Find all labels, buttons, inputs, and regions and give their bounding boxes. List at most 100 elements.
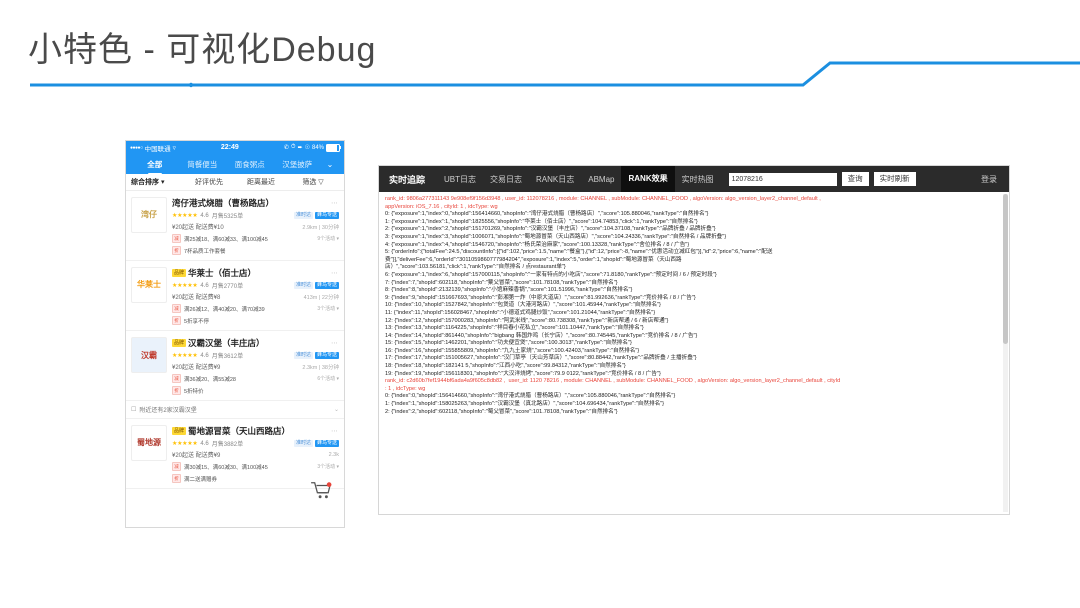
log-line: 13: {"index":13,"shopId":1164225,"shopIn… — [385, 325, 644, 332]
chevron-down-icon[interactable]: ⌄ — [334, 406, 339, 413]
overflow-menu-icon[interactable]: ⋯ — [331, 427, 339, 435]
signal-dots-icon: ●●●●○ — [130, 144, 143, 151]
distance-label: 2.3km — [302, 364, 318, 371]
rating-stars-icon: ★★★★★ — [172, 213, 198, 219]
shop-name: 汉霸汉堡（丰庄店） — [188, 338, 265, 348]
filter-bar[interactable]: 综合排序 ▾ 好评优先 距离最近 筛选 ▽ — [126, 174, 344, 191]
query-button[interactable]: 查询 — [841, 172, 869, 186]
rating-value: 4.6 — [200, 352, 209, 359]
shop-list-item[interactable]: 湾仔 湾仔港式烧腊（曹杨路店） ⋯ ★★★★★ 4.6 月售5325单 准时达 … — [126, 191, 344, 261]
debug-nav-bar: 实时追踪 UBT日志 交易日志 RANK日志 ABMap RANK效果 实时热图… — [379, 166, 1009, 192]
badge-on-time: 准时达 — [293, 439, 313, 448]
promo-count[interactable]: 3个活动 ▾ — [317, 463, 339, 470]
distance-label: 413m — [303, 294, 318, 301]
log-line: 15: {"index":15,"shopId":1462201,"shopIn… — [385, 340, 632, 347]
coupon-icon: 折 — [172, 474, 181, 483]
overflow-menu-icon[interactable]: ⋯ — [331, 269, 339, 277]
phone-screenshot: ●●●●○ 中国联通 ▿ 22:49 ✆ ⏱ ➨ ☉ 84% 全部 简餐便当 面… — [125, 140, 345, 528]
badge-delivery: 蜂鸟专送 — [314, 211, 339, 220]
category-tab-all[interactable]: 全部 — [131, 159, 179, 170]
login-link[interactable]: 登录 — [981, 174, 1003, 185]
search-input[interactable] — [728, 172, 837, 186]
filter-more[interactable]: 筛选 ▽ — [287, 177, 339, 187]
debug-log-output: rank_id: 9806a277311143 9e908ef9f156d394… — [379, 192, 1009, 514]
shop-list-item[interactable]: 蜀地源 品牌 蜀地源冒菜（天山西路店） ⋯ ★★★★★ 4.6 月售3882单 … — [126, 419, 344, 489]
nav-tab-rank-effect[interactable]: RANK效果 — [621, 166, 675, 192]
log-line: 6: {"exposure":1,"index":6,"shopId":1570… — [385, 271, 717, 278]
battery-percent-label: 84% — [311, 144, 324, 151]
log-header-line: rank_id: 9806a277311143 9e908ef9f156d394… — [385, 196, 821, 202]
battery-icon — [326, 143, 341, 152]
filter-distance[interactable]: 距离最近 — [235, 177, 287, 187]
promo-text: 5折特价 — [184, 388, 204, 395]
badge-delivery: 蜂鸟专送 — [314, 281, 339, 290]
log-line: 2: {"index":2,"shopId":602118,"shopInfo"… — [385, 408, 618, 415]
log-line: 12: {"index":12,"shopId":157000283,"shop… — [385, 317, 669, 324]
filter-rating[interactable]: 好评优先 — [183, 177, 235, 187]
shop-logo-text: 湾仔 — [141, 209, 157, 219]
log-line: 3: {"exposure":1,"index":3,"shopId":1006… — [385, 233, 727, 240]
bluetooth-icon: ☉ — [304, 145, 310, 151]
shop-name: 蜀地源冒菜（天山西路店） — [188, 426, 291, 436]
category-tab-burger[interactable]: 汉堡披萨 — [274, 159, 322, 170]
log-header-line: rank_id: c2d60b7fef1944bf6ada4a9f605c8db… — [385, 378, 841, 385]
category-tab-bento[interactable]: 简餐便当 — [179, 159, 227, 170]
log-line: 18: {"index":18,"shopId":182141 5,"shopI… — [385, 363, 626, 370]
shop-list-item[interactable]: 华莱士 品牌 华莱士（佰士店） ⋯ ★★★★★ 4.6 月售2770单 准时达 … — [126, 261, 344, 331]
title-decorative-rule — [30, 61, 1080, 88]
debug-scrollbar[interactable] — [1003, 194, 1008, 512]
badge-delivery: 蜂鸟专送 — [314, 439, 339, 448]
delivery-info: ¥20起送 配送费¥9 — [172, 453, 221, 459]
log-line: 0: {"exposure":1,"index":0,"shopId":1564… — [385, 211, 709, 218]
badge-on-time: 准时达 — [293, 211, 313, 220]
nav-tab-rank-log[interactable]: RANK日志 — [529, 174, 581, 185]
shop-list-item[interactable]: 汉霸 品牌 汉霸汉堡（丰庄店） ⋯ ★★★★★ 4.6 月售3612单 准时达 … — [126, 331, 344, 401]
promo-count[interactable]: 9个活动 ▾ — [317, 235, 339, 242]
eta-label: 38分钟 — [321, 364, 339, 371]
shop-logo: 华莱士 — [131, 267, 167, 303]
filter-sort[interactable]: 综合排序 ▾ — [131, 177, 183, 187]
coupon-icon: 折 — [172, 246, 181, 255]
shop-icon: ☐ — [131, 407, 137, 413]
realtime-refresh-button[interactable]: 实时刷新 — [873, 172, 916, 186]
shop-logo: 蜀地源 — [131, 425, 167, 461]
delivery-info: ¥20起送 配送费¥10 — [172, 225, 224, 231]
nav-tab-ubt-log[interactable]: UBT日志 — [437, 174, 483, 185]
overflow-menu-icon[interactable]: ⋯ — [331, 199, 339, 207]
location-icon: ➨ — [297, 145, 303, 151]
shop-name: 华莱士（佰士店） — [188, 268, 257, 278]
log-line: 10: {"index":10,"shopId":1527842,"shopIn… — [385, 302, 661, 309]
overflow-menu-icon[interactable]: ⋯ — [331, 339, 339, 347]
rating-value: 4.6 — [200, 282, 209, 289]
shop-logo: 汉霸 — [131, 337, 167, 373]
promo-text: 满25减18、满60减33、满100减45 — [184, 236, 268, 243]
shopping-cart-icon[interactable] — [310, 481, 332, 499]
nav-tab-abmap[interactable]: ABMap — [581, 175, 621, 184]
discount-icon: 减 — [172, 304, 181, 313]
eta-label: 22分钟 — [321, 294, 339, 301]
brand-badge: 品牌 — [172, 339, 187, 347]
shop-logo-text: 蜀地源 — [137, 438, 161, 447]
debug-panel: 实时追踪 UBT日志 交易日志 RANK日志 ABMap RANK效果 实时热图… — [378, 165, 1010, 515]
nearby-shops-row[interactable]: ☐ 附近还有2家汉霸汉堡 ⌄ — [126, 401, 344, 419]
brand-badge: 品牌 — [172, 269, 187, 277]
rating-value: 4.6 — [200, 212, 209, 219]
promo-count[interactable]: 6个活动 ▾ — [317, 375, 339, 382]
shop-logo-text: 汉霸 — [141, 350, 157, 360]
nav-tab-realtime-heatmap[interactable]: 实时热图 — [675, 174, 721, 185]
log-line: 2: {"exposure":1,"index":2,"shopId":1517… — [385, 226, 716, 233]
category-tab-noodles[interactable]: 面食粥点 — [226, 159, 274, 170]
promo-text: 满36减20、满55减28 — [184, 376, 236, 383]
coupon-icon: 折 — [172, 316, 181, 325]
category-tab-bar[interactable]: 全部 简餐便当 面食粥点 汉堡披萨 ⌄ — [126, 154, 344, 174]
monthly-sales: 月售5325单 — [211, 214, 244, 220]
promo-count[interactable]: 3个活动 ▾ — [317, 305, 339, 312]
nav-tab-trade-log[interactable]: 交易日志 — [483, 174, 529, 185]
carrier-label: 中国联通 — [144, 145, 171, 153]
log-line: 11: {"index":11,"shopId":156028467,"shop… — [385, 309, 656, 316]
discount-icon: 减 — [172, 374, 181, 383]
log-line: 0: {"index":0,"shopId":156414660,"shopIn… — [385, 393, 676, 400]
alarm-icon: ⏱ — [290, 144, 296, 150]
delivery-info: ¥20起送 配送费¥9 — [172, 365, 221, 371]
chevron-down-icon[interactable]: ⌄ — [321, 160, 339, 169]
